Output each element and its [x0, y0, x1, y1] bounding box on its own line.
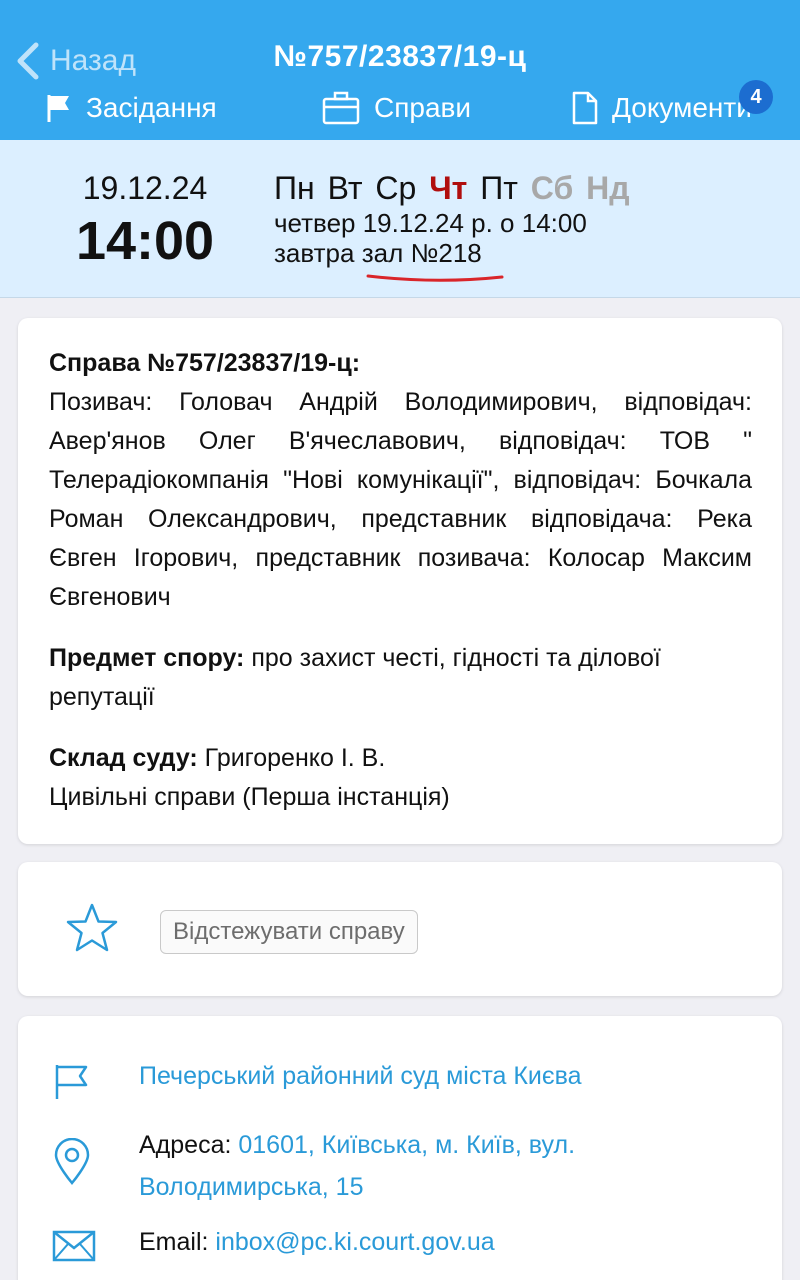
weekday-tue: Вт — [327, 170, 363, 206]
document-icon — [572, 91, 598, 125]
weekday-wed: Ср — [375, 170, 417, 206]
email-label: Email: — [139, 1228, 216, 1256]
address-label: Адреса: — [139, 1131, 239, 1159]
court-name-link[interactable]: Печерський районний суд міста Києва — [139, 1062, 582, 1091]
session-room-line: завтра зал №218 — [274, 238, 482, 269]
flag-icon — [55, 1065, 88, 1099]
session-relative-day: завтра — [274, 238, 362, 268]
flag-icon — [47, 95, 69, 122]
session-time: 14:00 — [75, 211, 215, 271]
tab-sessions[interactable]: Засідання — [46, 86, 217, 130]
session-date-panel: 19.12.24 14:00 Пн Вт Ср Чт Пт Сб Нд четв… — [0, 140, 800, 298]
case-heading: Справа №757/23837/19-ц: — [49, 349, 361, 377]
case-details-card: Справа №757/23837/19-ц: Позивач: Головач… — [18, 318, 782, 844]
tab-documents[interactable]: Документи — [572, 86, 752, 130]
weekday-fri: Пт — [480, 170, 518, 206]
email-link[interactable]: inbox@pc.ki.court.gov.ua — [215, 1228, 494, 1256]
weekday-strip: Пн Вт Ср Чт Пт Сб Нд — [274, 170, 634, 207]
session-date-line: четвер 19.12.24 р. о 14:00 — [274, 208, 587, 238]
case-court-composition: Склад суду: Григоренко І. В. — [49, 739, 752, 778]
weekday-mon: Пн — [274, 170, 315, 206]
weekday-sun: Нд — [586, 170, 630, 206]
session-room: зал №218 — [361, 238, 482, 268]
weekday-thu: Чт — [429, 170, 468, 206]
tab-cases-label: Справи — [374, 92, 472, 123]
mail-icon — [52, 1230, 96, 1262]
track-case-button[interactable]: Відстежувати справу — [160, 910, 418, 954]
court-address: Адреса: 01601, Київська, м. Київ, вул. В… — [139, 1124, 739, 1208]
court-info-card: Печерський районний суд міста Києва Адре… — [18, 1016, 782, 1280]
page-title: №757/23837/19-ц — [273, 40, 527, 73]
tab-cases[interactable]: Справи — [322, 86, 471, 130]
handdrawn-underline — [366, 274, 504, 282]
tab-bar: Засідання Справи Документи — [0, 86, 800, 130]
briefcase-icon — [322, 91, 360, 125]
case-court-label: Склад суду: — [49, 744, 198, 772]
tab-documents-label: Документи — [612, 92, 752, 123]
tab-sessions-label: Засідання — [86, 92, 217, 123]
case-parties: Позивач: Головач Андрій Володимирович, в… — [49, 388, 752, 611]
top-navigation-bar: Назад №757/23837/19-ц Засідання Справи Д… — [0, 0, 800, 140]
case-subject: Предмет спору: про захист честі, гідност… — [49, 639, 752, 717]
documents-count-badge: 4 — [739, 80, 773, 114]
case-court-judge: Григоренко І. В. — [197, 744, 386, 772]
case-category: Цивільні справи (Перша інстанція) — [49, 783, 450, 811]
weekday-sat: Сб — [530, 170, 574, 206]
star-icon[interactable] — [66, 902, 118, 954]
session-date: 19.12.24 — [82, 170, 208, 206]
case-subject-label: Предмет спору: — [49, 644, 245, 672]
court-email: Email: inbox@pc.ki.court.gov.ua — [139, 1228, 495, 1257]
location-pin-icon — [54, 1138, 90, 1185]
tracking-card: Відстежувати справу — [18, 862, 782, 996]
